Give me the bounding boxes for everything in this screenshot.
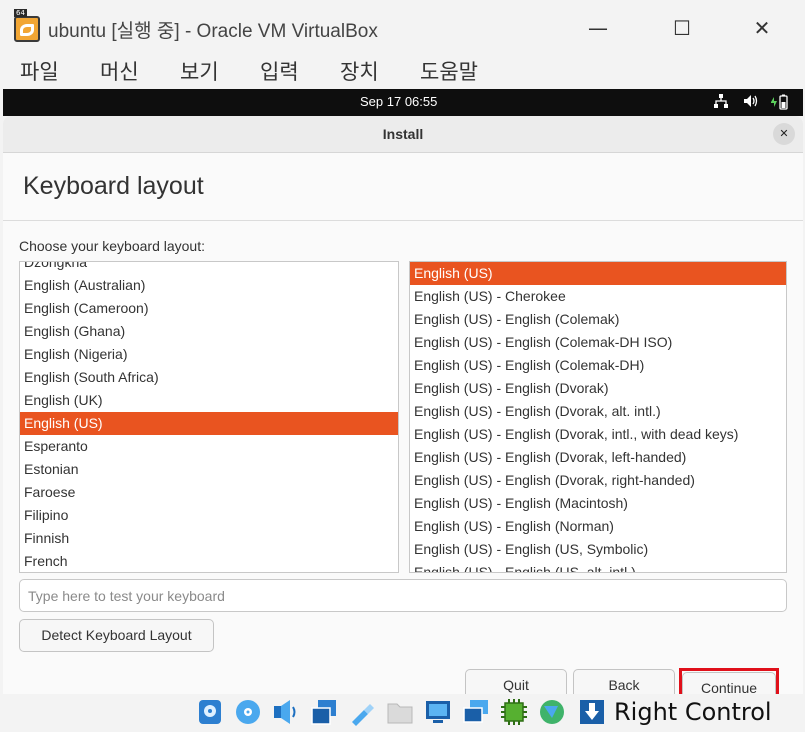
network-adapters-icon[interactable] — [310, 698, 338, 726]
list-item[interactable]: English (US) - English (Dvorak, intl., w… — [410, 423, 786, 446]
choose-layout-label: Choose your keyboard layout: — [19, 238, 205, 254]
keyboard-test-input[interactable] — [19, 579, 787, 612]
back-button[interactable]: Back — [573, 669, 675, 694]
list-item[interactable]: Dzongkha — [20, 262, 398, 274]
continue-highlight-box — [679, 668, 779, 694]
list-item[interactable]: English (US) - English (US, alt. intl.) — [410, 561, 786, 572]
list-item[interactable]: English (US) - English (Colemak-DH) — [410, 354, 786, 377]
close-window-button[interactable]: ✕ — [742, 14, 782, 42]
list-item[interactable]: English (US) — [410, 262, 786, 285]
menu-view[interactable]: 보기 — [180, 56, 219, 86]
menu-file[interactable]: 파일 — [20, 56, 59, 86]
virtualbox-window: 64 ubuntu [실행 중] - Oracle VM VirtualBox … — [0, 0, 805, 732]
cpu-icon[interactable] — [500, 698, 528, 726]
quit-button[interactable]: Quit — [465, 669, 567, 694]
audio-icon[interactable] — [272, 698, 300, 726]
list-item[interactable]: English (Nigeria) — [20, 343, 398, 366]
list-item[interactable]: English (US) — [20, 412, 398, 435]
network-icon[interactable] — [714, 94, 728, 112]
usb-icon[interactable] — [348, 698, 376, 726]
guest-top-bar: Sep 17 06:55 — [3, 89, 803, 116]
keyboard-layout-list[interactable]: Dzongkha English (Australian) English (Cam… — [19, 261, 399, 573]
app-icon-badge: 64 — [14, 9, 27, 17]
keyboard-host-key-icon[interactable] — [578, 698, 606, 726]
list-item[interactable]: English (US) - Cherokee — [410, 285, 786, 308]
list-item[interactable]: English (US) - English (Dvorak) — [410, 377, 786, 400]
menu-devices[interactable]: 장치 — [340, 56, 379, 86]
divider — [3, 220, 803, 221]
list-item[interactable]: English (US) - English (US, Symbolic) — [410, 538, 786, 561]
volume-icon[interactable] — [743, 94, 759, 112]
list-item[interactable]: English (Australian) — [20, 274, 398, 297]
battery-icon[interactable] — [769, 94, 789, 114]
list-item[interactable]: Filipino — [20, 504, 398, 527]
virtualbox-app-icon: 64 — [14, 9, 40, 42]
dialog-close-button[interactable]: ✕ — [773, 123, 795, 145]
menu-input[interactable]: 입력 — [260, 56, 299, 86]
list-item[interactable]: English (US) - English (Dvorak, alt. int… — [410, 400, 786, 423]
shared-folders-icon[interactable] — [386, 698, 414, 726]
dialog-header: Install ✕ — [3, 116, 803, 153]
menu-help[interactable]: 도움말 — [420, 56, 478, 86]
display-icon[interactable] — [424, 698, 452, 726]
page-title: Keyboard layout — [23, 172, 204, 200]
status-bar: Right Control — [0, 694, 805, 732]
list-item[interactable]: English (Ghana) — [20, 320, 398, 343]
list-item[interactable]: Finnish — [20, 527, 398, 550]
list-item[interactable]: Faroese — [20, 481, 398, 504]
maximize-button[interactable]: ☐ — [662, 14, 702, 42]
list-item[interactable]: English (US) - English (Colemak) — [410, 308, 786, 331]
dialog-title: Install — [382, 126, 424, 142]
list-item[interactable]: English (US) - English (Colemak-DH ISO) — [410, 331, 786, 354]
keyboard-variant-list[interactable]: English (US) English (US) - Cherokee Engli… — [409, 261, 787, 573]
menu-bar: 파일 머신 보기 입력 장치 도움말 — [0, 52, 805, 89]
list-item[interactable]: English (US) - English (Macintosh) — [410, 492, 786, 515]
list-item[interactable]: Estonian — [20, 458, 398, 481]
guest-clock[interactable]: Sep 17 06:55 — [360, 94, 437, 109]
menu-machine[interactable]: 머신 — [100, 56, 139, 86]
window-title: ubuntu [실행 중] - Oracle VM VirtualBox — [48, 21, 378, 42]
list-item[interactable]: English (US) - English (Norman) — [410, 515, 786, 538]
recording-icon[interactable] — [462, 698, 490, 726]
minimize-button[interactable]: — — [578, 14, 618, 42]
list-item[interactable]: English (South Africa) — [20, 366, 398, 389]
title-bar[interactable]: 64 ubuntu [실행 중] - Oracle VM VirtualBox … — [0, 0, 805, 52]
mouse-integration-icon[interactable] — [538, 698, 566, 726]
list-item[interactable]: English (US) - English (Dvorak, right-ha… — [410, 469, 786, 492]
detect-keyboard-layout-button[interactable]: Detect Keyboard Layout — [19, 619, 214, 652]
list-item[interactable]: English (US) - English (Dvorak, left-han… — [410, 446, 786, 469]
list-item[interactable]: English (UK) — [20, 389, 398, 412]
list-item[interactable]: Esperanto — [20, 435, 398, 458]
hard-disk-icon[interactable] — [196, 698, 224, 726]
install-dialog: Install ✕ Keyboard layout Choose your ke… — [3, 116, 803, 694]
host-key-label: Right Control — [614, 698, 772, 726]
optical-drive-icon[interactable] — [234, 698, 262, 726]
list-item[interactable]: English (Cameroon) — [20, 297, 398, 320]
list-item[interactable]: French — [20, 550, 398, 572]
